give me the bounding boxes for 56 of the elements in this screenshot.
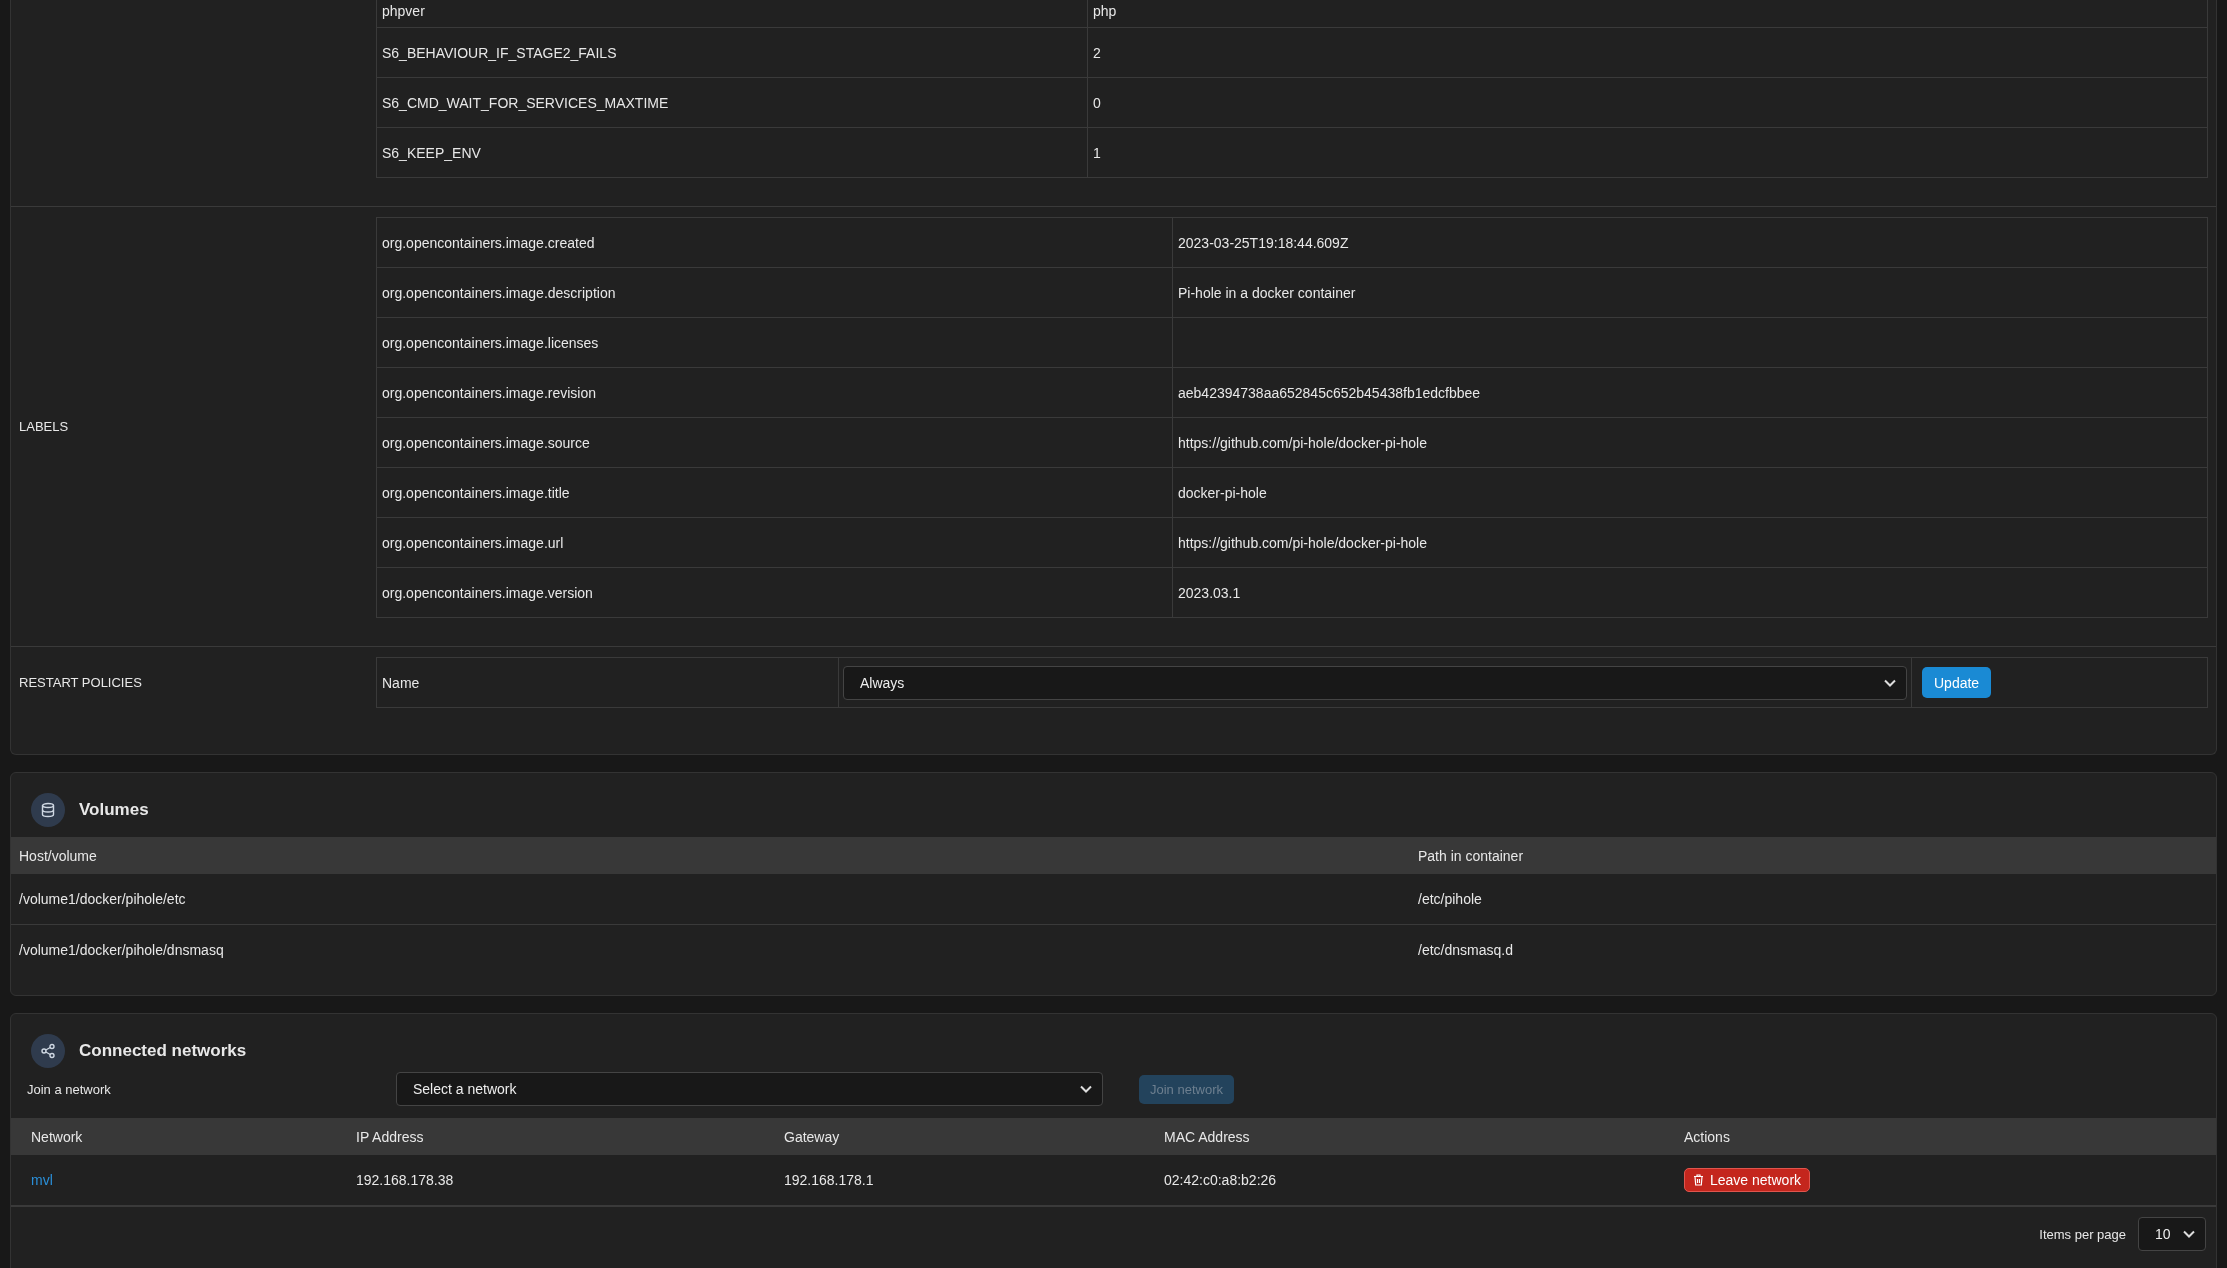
section-label: RESTART POLICIES: [19, 675, 142, 690]
env-value-cell-text: 0: [1092, 93, 1102, 113]
label-name-cell: org.opencontainers.image.source: [377, 418, 1173, 467]
share-icon: [31, 1034, 65, 1068]
table-cell-text: /volume1/docker/pihole/etc: [18, 891, 187, 907]
table-cell-text: 192.168.178.1: [783, 1172, 875, 1188]
chevron-down-icon: [2183, 1230, 2195, 1238]
column-header: Path in container: [1417, 847, 1525, 864]
leave-network-button[interactable]: Leave network: [1684, 1168, 1811, 1192]
label-value-cell-text: 2023-03-25T19:18:44.609Z: [1177, 233, 1350, 253]
env-value-cell-text: 2: [1092, 43, 1102, 63]
column-header: MAC Address: [1163, 1128, 1251, 1145]
label-name-cell: org.opencontainers.image.version: [377, 568, 1173, 617]
label-value-cell-text: docker-pi-hole: [1177, 483, 1268, 503]
label-name-cell: org.opencontainers.image.description: [377, 268, 1173, 317]
env-value-cell-text: 1: [1092, 143, 1102, 163]
label-value-cell-text: 2023.03.1: [1177, 583, 1242, 603]
label-name-cell: org.opencontainers.image.created: [377, 218, 1173, 267]
trash-icon: [1693, 1174, 1704, 1186]
table-cell-text: 192.168.178.38: [355, 1172, 455, 1188]
card-title: Connected networks: [79, 1041, 247, 1061]
column-header: Host/volume: [18, 847, 98, 864]
items-per-page-label: Items per page: [2039, 1226, 2126, 1242]
env-value-cell-text: php: [1092, 2, 1118, 21]
policy-name-cell: Name: [377, 658, 839, 707]
database-icon: [31, 793, 65, 827]
label-name-cell: org.opencontainers.image.licenses: [377, 318, 1173, 367]
label-value-cell-text: Pi-hole in a docker container: [1177, 283, 1357, 303]
label-name-cell: org.opencontainers.image.revision: [377, 368, 1173, 417]
label-value-cell-text: https://github.com/pi-hole/docker-pi-hole: [1177, 533, 1429, 553]
column-header: Gateway: [783, 1128, 841, 1145]
chevron-down-icon: [1884, 678, 1896, 687]
column-header: Network: [30, 1128, 84, 1145]
table-cell-text: 02:42:c0:a8:b2:26: [1163, 1172, 1278, 1188]
network-link[interactable]: mvl: [31, 1172, 53, 1188]
env-name-cell: S6_BEHAVIOUR_IF_STAGE2_FAILS: [377, 28, 1088, 77]
column-header: IP Address: [355, 1128, 425, 1145]
table-cell-text: /volume1/docker/pihole/dnsmasq: [18, 942, 225, 958]
card-title: Volumes: [79, 800, 149, 820]
table-cell-text: /etc/pihole: [1417, 891, 1483, 907]
table-cell-text: /etc/dnsmasq.d: [1417, 942, 1514, 958]
label-value-cell-text: aeb42394738aa652845c652b45438fb1edcfbbee: [1177, 383, 1482, 403]
label-value-cell-text: https://github.com/pi-hole/docker-pi-hole: [1177, 433, 1429, 453]
items-per-page-select[interactable]: 10: [2138, 1217, 2206, 1251]
label-name-cell: org.opencontainers.image.title: [377, 468, 1173, 517]
restart-policy-select[interactable]: Always: [843, 665, 1907, 700]
env-name-cell: S6_CMD_WAIT_FOR_SERVICES_MAXTIME: [377, 78, 1088, 127]
env-name-cell: phpver: [377, 0, 1088, 27]
chevron-down-icon: [1080, 1085, 1092, 1093]
column-header: Actions: [1683, 1128, 1731, 1145]
update-button[interactable]: Update: [1922, 667, 1992, 698]
network-select[interactable]: Select a network: [396, 1072, 1103, 1106]
label-name-cell: org.opencontainers.image.url: [377, 518, 1173, 567]
join-network-label: Join a network: [27, 1081, 112, 1097]
env-name-cell: S6_KEEP_ENV: [377, 128, 1088, 177]
section-label: LABELS: [19, 419, 69, 434]
